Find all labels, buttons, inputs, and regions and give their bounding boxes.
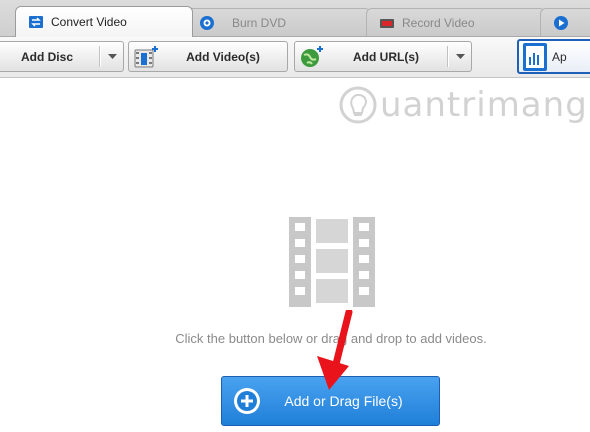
film-strip-icon: [289, 217, 375, 307]
chevron-down-icon[interactable]: [101, 53, 123, 60]
tab-strip: Burn DVD Record Video Convert Video: [0, 0, 590, 37]
add-or-drag-files-button[interactable]: Add or Drag File(s): [221, 376, 440, 426]
chevron-down-icon[interactable]: [449, 53, 471, 60]
tab-label: Convert Video: [51, 15, 127, 29]
watermark: uantrimang: [336, 84, 588, 126]
play-icon: [553, 15, 569, 31]
disc-icon: [199, 15, 215, 31]
apply-label: Ap: [552, 49, 567, 64]
add-disc-button[interactable]: Add Disc: [0, 41, 124, 72]
add-disc-label: Add Disc: [20, 49, 73, 64]
globe-add-icon: [299, 45, 325, 69]
apply-icon: [523, 42, 547, 71]
add-videos-button[interactable]: Add Video(s): [128, 41, 288, 72]
lightbulb-icon: [339, 86, 377, 124]
add-url-label: Add URL(s): [353, 49, 419, 64]
add-or-drag-files-label: Add or Drag File(s): [284, 393, 403, 409]
plus-circle-icon: [232, 386, 262, 416]
drop-area[interactable]: uantrimang Click the button below or dra: [0, 78, 590, 432]
tab-more[interactable]: [540, 8, 590, 36]
add-url-button[interactable]: Add URL(s): [294, 41, 472, 72]
add-video-icon: [133, 45, 159, 69]
tab-label: Record Video: [402, 15, 475, 30]
tab-record-video[interactable]: Record Video: [366, 8, 546, 36]
tab-burn-dvd[interactable]: Burn DVD: [186, 8, 371, 36]
convert-video-icon: [28, 14, 44, 30]
apply-button[interactable]: Ap: [517, 39, 590, 74]
watermark-text: uantrimang: [380, 85, 588, 125]
toolbar: Add Disc Add Video(s) Add URL(s) Ap: [0, 37, 590, 78]
record-icon: [379, 15, 395, 31]
tab-convert-video[interactable]: Convert Video: [15, 6, 193, 37]
tab-label: Burn DVD: [232, 15, 287, 30]
app-window: Burn DVD Record Video Convert Video Add …: [0, 0, 590, 432]
drop-hint-text: Click the button below or drag and drop …: [175, 331, 487, 346]
add-videos-label: Add Video(s): [186, 49, 260, 64]
